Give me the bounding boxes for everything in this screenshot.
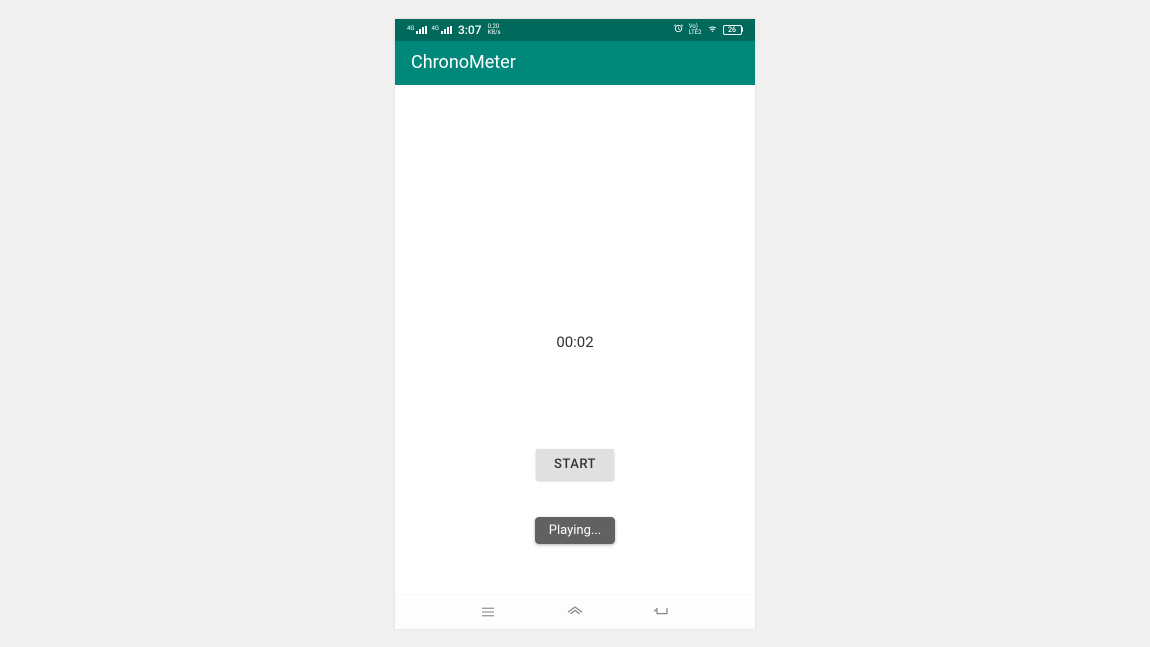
- battery-level: 26: [728, 26, 736, 34]
- app-title: ChronoMeter: [411, 52, 516, 73]
- status-bar: 4G 4G 3:07 0.20 KB/s Vo) LTE2: [395, 19, 755, 41]
- navigation-bar: [395, 594, 755, 629]
- signal-bars-icon: [416, 26, 427, 34]
- phone-frame: 4G 4G 3:07 0.20 KB/s Vo) LTE2: [395, 19, 755, 629]
- start-button[interactable]: START: [536, 449, 614, 480]
- volte-bottom: LTE2: [689, 30, 702, 36]
- status-bar-right: Vo) LTE2 26: [673, 23, 743, 37]
- data-rate-unit: KB/s: [488, 30, 501, 36]
- network-label-2: 4G: [431, 26, 438, 32]
- app-bar: ChronoMeter: [395, 41, 755, 85]
- signal-1: 4G: [407, 26, 427, 34]
- data-rate: 0.20 KB/s: [488, 24, 501, 36]
- toast-message: Playing...: [535, 517, 615, 544]
- app-content: 00:02 START Playing...: [395, 85, 755, 594]
- nav-back-button[interactable]: [651, 601, 673, 623]
- status-time: 3:07: [458, 23, 482, 37]
- volte-label: Vo) LTE2: [689, 24, 702, 36]
- nav-home-button[interactable]: [564, 601, 586, 623]
- wifi-icon: [707, 23, 718, 37]
- status-bar-left: 4G 4G 3:07 0.20 KB/s: [407, 23, 501, 37]
- signal-2: 4G: [431, 26, 451, 34]
- timer-display: 00:02: [556, 333, 593, 351]
- battery-icon: 26: [723, 25, 744, 35]
- network-label-1: 4G: [407, 26, 414, 32]
- alarm-icon: [673, 23, 684, 37]
- signal-bars-icon: [441, 26, 452, 34]
- nav-recent-button[interactable]: [477, 601, 499, 623]
